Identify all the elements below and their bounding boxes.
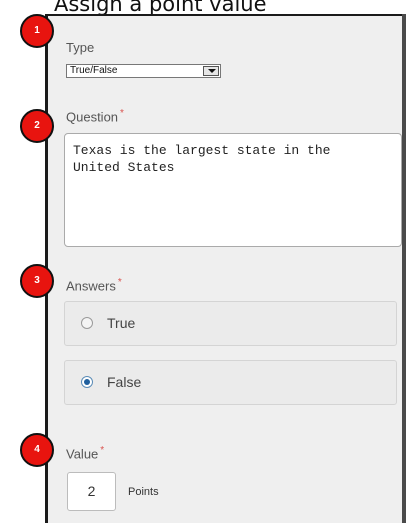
callout-badge-3: 3 <box>20 264 54 298</box>
callout-badge-2: 2 <box>20 109 54 143</box>
value-label: Value * <box>66 445 104 461</box>
question-label-text: Question <box>66 109 119 125</box>
question-textarea[interactable]: Texas is the largest state in the United… <box>64 133 402 247</box>
radio-selected-icon[interactable] <box>81 376 93 388</box>
points-unit-label: Points <box>128 486 159 498</box>
answer-option-label: True <box>107 315 136 331</box>
callout-badge-1: 1 <box>20 14 54 48</box>
callout-badge-4: 4 <box>20 433 54 467</box>
radio-unselected-icon[interactable] <box>81 317 93 329</box>
type-select[interactable]: True/False <box>66 64 221 78</box>
answers-label-text: Answers <box>66 278 116 294</box>
answer-option-true[interactable]: True <box>64 301 397 346</box>
required-marker: * <box>120 108 124 119</box>
type-label: Type <box>66 40 94 55</box>
answers-label: Answers * <box>66 277 122 293</box>
value-label-text: Value <box>66 446 99 462</box>
question-label: Question * <box>66 108 124 124</box>
type-select-value: True/False <box>70 65 118 76</box>
panel-edge <box>402 14 406 523</box>
dropdown-arrow-icon[interactable] <box>203 66 219 76</box>
type-label-text: Type <box>66 40 95 55</box>
points-input[interactable]: 2 <box>67 472 116 511</box>
required-marker: * <box>117 277 122 288</box>
answer-option-false[interactable]: False <box>64 360 397 405</box>
required-marker: * <box>100 445 105 456</box>
answer-option-label: False <box>107 374 142 390</box>
